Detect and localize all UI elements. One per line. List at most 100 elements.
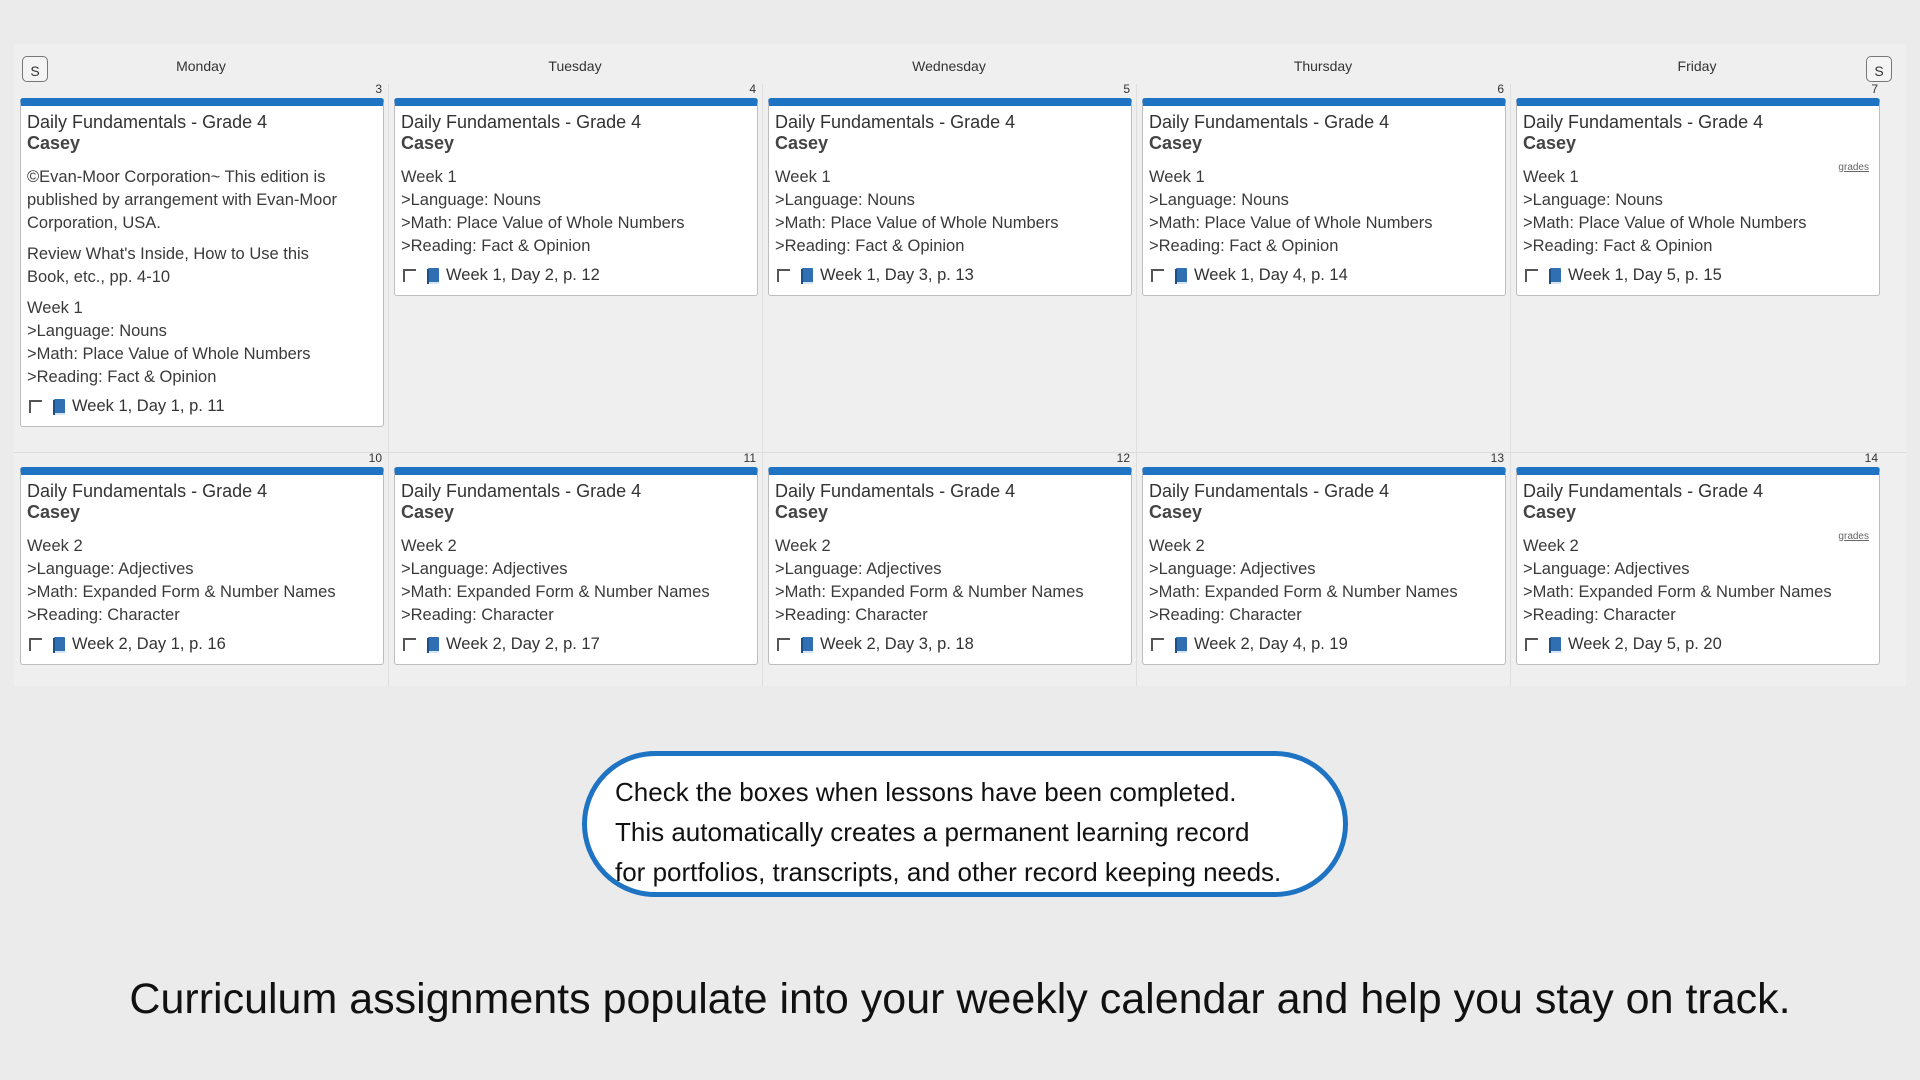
- assignment-notes: Week 2 >Language: Adjectives >Math: Expand…: [401, 535, 751, 627]
- student-name: Casey: [27, 133, 81, 153]
- lesson-checkbox-icon[interactable]: [1151, 638, 1164, 651]
- lesson-label[interactable]: Week 1, Day 1, p. 11: [72, 395, 225, 418]
- book-icon: [426, 267, 440, 285]
- course-title: Daily Fundamentals - Grade 4: [401, 481, 642, 501]
- callout-line: Check the boxes when lessons have been c…: [615, 777, 1237, 807]
- student-name: Casey: [27, 502, 81, 522]
- assignment-notes: Week 2 >Language: Adjectives >Math: Expand…: [1149, 535, 1499, 627]
- assignment-card[interactable]: Daily Fundamentals - Grade 4 Casey grades W…: [1516, 98, 1880, 296]
- note-line: >Reading: Fact & Opinion: [27, 368, 217, 386]
- day-header-wednesday: Wednesday: [912, 58, 986, 74]
- assignment-card[interactable]: Daily Fundamentals - Grade 4 Casey Week 2 >…: [1142, 467, 1506, 665]
- note-line: >Language: Adjectives: [1149, 560, 1316, 578]
- student-name: Casey: [1523, 133, 1577, 153]
- lesson-checkbox-icon[interactable]: [403, 269, 416, 282]
- note-line: Week 1: [27, 299, 83, 317]
- lesson-checkbox-icon[interactable]: [29, 638, 42, 651]
- lesson-label[interactable]: Week 1, Day 2, p. 12: [446, 264, 600, 287]
- date-number: 14: [1864, 451, 1878, 465]
- note-line: >Math: Place Value of Whole Numbers: [775, 214, 1059, 232]
- assignment-notes: Week 2 >Language: Adjectives >Math: Expand…: [1523, 535, 1873, 627]
- assignment-notes: Week 1 >Language: Nouns >Math: Place Value…: [27, 297, 377, 389]
- lesson-label[interactable]: Week 1, Day 4, p. 14: [1194, 264, 1348, 287]
- weekly-calendar: S Monday Tuesday Wednesday Thursday Frid…: [14, 44, 1906, 686]
- assignment-notes: Week 1 >Language: Nouns >Math: Place Value…: [775, 166, 1125, 258]
- assignment-card[interactable]: Daily Fundamentals - Grade 4 Casey Week 2 >…: [768, 467, 1132, 665]
- day-header-tuesday: Tuesday: [548, 58, 602, 74]
- book-icon: [426, 636, 440, 654]
- student-name: Casey: [1523, 502, 1577, 522]
- assignment-notes: Week 1 >Language: Nouns >Math: Place Value…: [1149, 166, 1499, 258]
- book-icon: [52, 636, 66, 654]
- lesson-item: Week 1, Day 2, p. 12: [401, 264, 751, 287]
- note-line: >Math: Place Value of Whole Numbers: [401, 214, 685, 232]
- lesson-checkbox-icon[interactable]: [29, 400, 42, 413]
- next-week-button[interactable]: S: [1866, 56, 1892, 82]
- book-icon: [800, 636, 814, 654]
- lesson-checkbox-icon[interactable]: [777, 269, 790, 282]
- grades-link[interactable]: grades: [1838, 525, 1869, 548]
- column-divider: [1136, 84, 1137, 686]
- assignment-card[interactable]: Daily Fundamentals - Grade 4 Casey Week 2 >…: [394, 467, 758, 665]
- assignment-card[interactable]: Daily Fundamentals - Grade 4 Casey Week 2 >…: [20, 467, 384, 665]
- lesson-label[interactable]: Week 2, Day 1, p. 16: [72, 633, 226, 656]
- assignment-notes: Week 2 >Language: Adjectives >Math: Expand…: [775, 535, 1125, 627]
- lesson-label[interactable]: Week 2, Day 3, p. 18: [820, 633, 974, 656]
- note-line: >Reading: Character: [27, 606, 180, 624]
- assignment-card[interactable]: Daily Fundamentals - Grade 4 Casey ©Evan-M…: [20, 98, 384, 427]
- assignment-card[interactable]: Daily Fundamentals - Grade 4 Casey Week 1 >…: [768, 98, 1132, 296]
- lesson-checkbox-icon[interactable]: [1525, 269, 1538, 282]
- assignment-notes: ©Evan-Moor Corporation~ This edition is p…: [27, 166, 377, 235]
- lesson-item: Week 1, Day 5, p. 15: [1523, 264, 1873, 287]
- note-line: Week 2: [1149, 537, 1205, 555]
- note-line: >Reading: Character: [401, 606, 554, 624]
- note-line: Week 2: [401, 537, 457, 555]
- lesson-label[interactable]: Week 1, Day 5, p. 15: [1568, 264, 1722, 287]
- lesson-label[interactable]: Week 2, Day 2, p. 17: [446, 633, 600, 656]
- lesson-checkbox-icon[interactable]: [403, 638, 416, 651]
- note-line: >Language: Adjectives: [27, 560, 194, 578]
- note-line: >Reading: Character: [775, 606, 928, 624]
- lesson-label[interactable]: Week 2, Day 4, p. 19: [1194, 633, 1348, 656]
- date-number: 13: [1490, 451, 1504, 465]
- date-number: 12: [1116, 451, 1130, 465]
- course-title: Daily Fundamentals - Grade 4: [401, 112, 642, 132]
- lesson-item: Week 2, Day 5, p. 20: [1523, 633, 1873, 656]
- date-number: 7: [1871, 82, 1878, 96]
- note-line: Week 1: [1149, 168, 1205, 186]
- lesson-item: Week 1, Day 3, p. 13: [775, 264, 1125, 287]
- lesson-item: Week 1, Day 1, p. 11: [27, 395, 377, 418]
- note-line: >Reading: Character: [1523, 606, 1676, 624]
- lesson-checkbox-icon[interactable]: [777, 638, 790, 651]
- lesson-item: Week 2, Day 2, p. 17: [401, 633, 751, 656]
- info-callout: Check the boxes when lessons have been c…: [582, 751, 1348, 897]
- lesson-label[interactable]: Week 2, Day 5, p. 20: [1568, 633, 1722, 656]
- course-title: Daily Fundamentals - Grade 4: [775, 112, 1016, 132]
- course-title: Daily Fundamentals - Grade 4: [27, 112, 268, 132]
- note-line: >Language: Nouns: [1523, 191, 1663, 209]
- assignment-notes: Week 2 >Language: Adjectives >Math: Expand…: [27, 535, 377, 627]
- column-divider: [762, 84, 763, 686]
- note-line: >Math: Expanded Form & Number Names: [775, 583, 1084, 601]
- note-line: >Reading: Fact & Opinion: [775, 237, 965, 255]
- note-line: Week 1: [775, 168, 831, 186]
- note-line: >Language: Adjectives: [1523, 560, 1690, 578]
- lesson-checkbox-icon[interactable]: [1525, 638, 1538, 651]
- lesson-checkbox-icon[interactable]: [1151, 269, 1164, 282]
- course-title: Daily Fundamentals - Grade 4: [1523, 112, 1764, 132]
- assignment-card[interactable]: Daily Fundamentals - Grade 4 Casey grades W…: [1516, 467, 1880, 665]
- note-line: >Math: Place Value of Whole Numbers: [1149, 214, 1433, 232]
- date-number: 6: [1497, 82, 1504, 96]
- lesson-label[interactable]: Week 1, Day 3, p. 13: [820, 264, 974, 287]
- callout-line: for portfolios, transcripts, and other r…: [615, 857, 1282, 887]
- note-line: >Reading: Character: [1149, 606, 1302, 624]
- lesson-item: Week 1, Day 4, p. 14: [1149, 264, 1499, 287]
- note-line: ©Evan-Moor Corporation~ This edition is: [27, 168, 326, 186]
- note-line: Review What's Inside, How to Use this: [27, 245, 309, 263]
- assignment-card[interactable]: Daily Fundamentals - Grade 4 Casey Week 1 >…: [394, 98, 758, 296]
- assignment-card[interactable]: Daily Fundamentals - Grade 4 Casey Week 1 >…: [1142, 98, 1506, 296]
- note-line: >Language: Adjectives: [775, 560, 942, 578]
- grades-link[interactable]: grades: [1838, 156, 1869, 179]
- column-divider: [388, 84, 389, 686]
- day-headers: S Monday Tuesday Wednesday Thursday Frid…: [14, 44, 1906, 84]
